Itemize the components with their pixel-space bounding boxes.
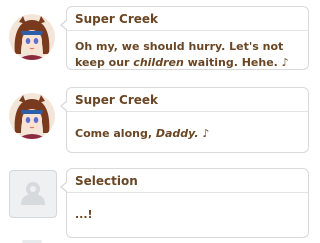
message-bubble: Super Creek Oh my, we should hurry. Let'…: [60, 6, 309, 70]
speaker-name: Super Creek: [67, 88, 308, 112]
message-bubble: Selection ...!: [60, 168, 309, 238]
super-creek-avatar: [9, 93, 55, 139]
selection-avatar: [9, 170, 57, 218]
message-text: ...!: [75, 208, 93, 221]
message-bubble: Super Creek Come along, Daddy. ♪: [60, 87, 309, 153]
character-portrait-icon: [9, 14, 55, 60]
character-portrait-icon: [9, 93, 55, 139]
speaker-name: Selection: [67, 169, 308, 193]
message-text: Oh my, we should hurry. Let's not keep o…: [75, 40, 289, 69]
speaker-name: Super Creek: [67, 7, 308, 31]
super-creek-avatar: [9, 14, 55, 60]
placeholder-icon: [21, 182, 45, 205]
message-text: Come along, Daddy. ♪: [75, 127, 210, 140]
chat-feed: Super Creek Oh my, we should hurry. Let'…: [0, 0, 320, 243]
